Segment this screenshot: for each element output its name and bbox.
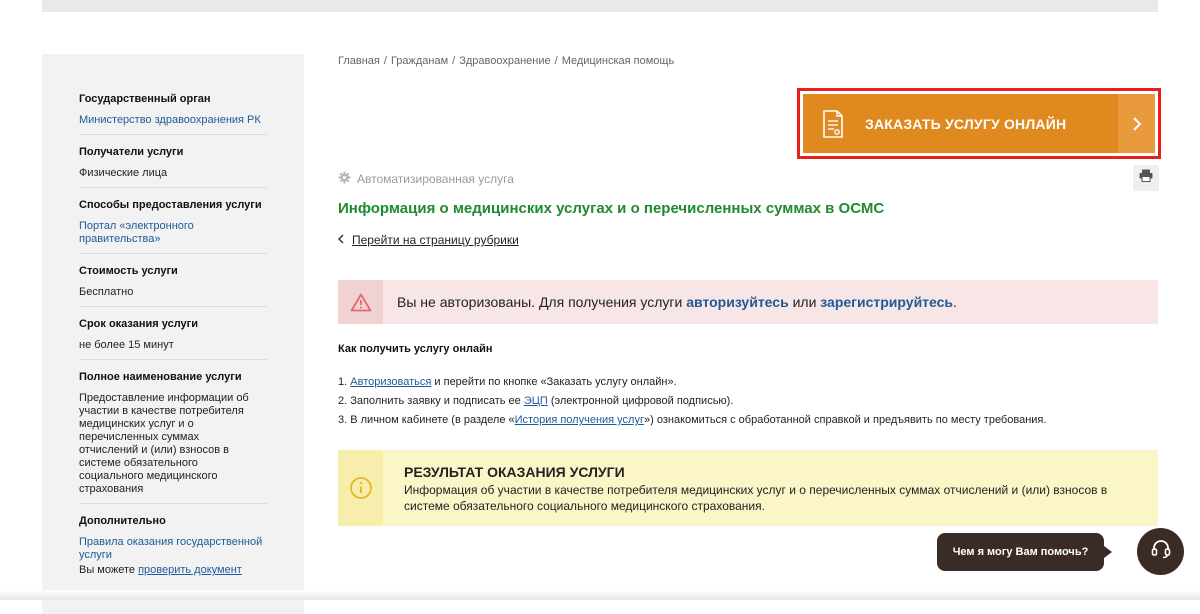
step-number: 1. (338, 376, 348, 388)
print-button[interactable] (1133, 165, 1159, 191)
printer-icon (1139, 169, 1153, 187)
sidebar-section-cost: Стоимость услуги Бесплатно (79, 264, 267, 307)
back-to-rubric-link[interactable]: Перейти на страницу рубрики (352, 233, 519, 247)
sidebar-section-additional: Дополнительно Правила оказания государст… (79, 514, 267, 584)
info-icon (338, 450, 383, 526)
support-chat-button[interactable] (1137, 528, 1184, 575)
sidebar-section-title: Стоимость услуги (79, 265, 178, 277)
back-to-rubric: Перейти на страницу рубрики (337, 233, 519, 247)
step-text: Заполнить заявку и подписать ее (350, 395, 521, 407)
egov-portal-link[interactable]: Портал «электронного правительства» (79, 220, 209, 246)
result-title: РЕЗУЛЬТАТ ОКАЗАНИЯ УСЛУГИ (404, 464, 625, 480)
breadcrumb-citizens[interactable]: Гражданам (391, 55, 448, 67)
sidebar-section-agency: Государственный орган Министерство здрав… (79, 92, 267, 135)
sidebar-section-title: Получатели услуги (79, 146, 184, 158)
chevron-right-icon (1118, 94, 1155, 153)
howto-steps-list: 1. Авторизоваться и перейти по кнопке «З… (338, 373, 1046, 430)
sidebar-section-title: Полное наименование услуги (79, 371, 242, 383)
list-item: 1. Авторизоваться и перейти по кнопке «З… (338, 373, 1046, 392)
headset-icon (1150, 538, 1172, 565)
eds-link[interactable]: ЭЦП (524, 395, 548, 407)
help-chat-bubble[interactable]: Чем я могу Вам помочь? (937, 533, 1112, 571)
auth-warning-middle: или (792, 294, 817, 310)
sidebar-section-methods: Способы предоставления услуги Портал «эл… (79, 198, 267, 254)
authorize-link[interactable]: Авторизоваться (350, 376, 431, 388)
full-name-value: Предоставление информации об участии в к… (79, 392, 249, 495)
howto-title: Как получить услугу онлайн (338, 343, 493, 355)
service-info-sidebar: Государственный орган Министерство здрав… (42, 54, 304, 614)
cost-value: Бесплатно (79, 286, 134, 298)
service-history-link[interactable]: История получения услуг (515, 414, 644, 426)
page-title: Информация о медицинских услугах и о пер… (338, 200, 885, 217)
auth-warning-suffix: . (953, 294, 957, 310)
breadcrumb-separator: / (554, 55, 558, 67)
sidebar-section-recipients: Получатели услуги Физические лица (79, 145, 267, 188)
order-service-online-button[interactable]: ЗАКАЗАТЬ УСЛУГУ ОНЛАЙН (803, 94, 1155, 153)
check-document-text: Вы можете проверить документ (79, 564, 267, 577)
service-result-box: РЕЗУЛЬТАТ ОКАЗАНИЯ УСЛУГИ Информация об … (338, 450, 1158, 526)
order-button-label: ЗАКАЗАТЬ УСЛУГУ ОНЛАЙН (865, 115, 1067, 132)
breadcrumb-home[interactable]: Главная (338, 55, 380, 67)
list-item: 3. В личном кабинете (в разделе «История… (338, 411, 1046, 430)
main-content: Главная / Гражданам / Здравоохранение / Медици… (337, 0, 1161, 600)
sidebar-section-title: Дополнительно (79, 515, 166, 527)
step-text: (электронной цифровой подписью). (550, 395, 734, 407)
step-number: 2. (338, 395, 348, 407)
auth-warning-message: Вы не авторизованы. Для получения услуги… (383, 294, 957, 310)
step-text: ») ознакомиться с обработанной справкой … (644, 414, 1047, 426)
login-link[interactable]: авторизуйтесь (686, 294, 788, 310)
list-item: 2. Заполнить заявку и подписать ее ЭЦП (… (338, 392, 1046, 411)
agency-link[interactable]: Министерство здравоохранения РК (79, 114, 267, 127)
automated-service-label: Автоматизированная услуга (338, 171, 514, 187)
step-text: В личном кабинете (в разделе « (350, 414, 515, 426)
auth-warning-alert: Вы не авторизованы. Для получения услуги… (338, 280, 1158, 324)
duration-value: не более 15 минут (79, 339, 174, 351)
breadcrumb: Главная / Гражданам / Здравоохранение / Медици… (338, 55, 674, 67)
check-document-link[interactable]: проверить документ (138, 564, 242, 576)
result-text: Информация об участии в качестве потреби… (404, 483, 1108, 513)
recipients-value: Физические лица (79, 167, 168, 179)
result-content: РЕЗУЛЬТАТ ОКАЗАНИЯ УСЛУГИ Информация об … (383, 450, 1144, 526)
gear-icon (338, 171, 351, 187)
order-button-highlight: ЗАКАЗАТЬ УСЛУГУ ОНЛАЙН (797, 88, 1161, 159)
step-text: и перейти по кнопке «Заказать услугу онл… (434, 376, 677, 388)
check-document-prefix: Вы можете (79, 564, 135, 576)
bottom-edge-shadow (0, 590, 1200, 600)
sidebar-section-title: Способы предоставления услуги (79, 199, 262, 211)
breadcrumb-current: Медицинская помощь (561, 55, 675, 67)
document-icon (803, 109, 863, 138)
breadcrumb-separator: / (452, 55, 456, 67)
breadcrumb-healthcare[interactable]: Здравоохранение (459, 55, 550, 67)
sidebar-section-title: Государственный орган (79, 93, 211, 105)
service-rules-link[interactable]: Правила оказания государственной услуги (79, 536, 269, 562)
automated-service-text: Автоматизированная услуга (357, 172, 514, 186)
warning-icon (338, 280, 383, 324)
sidebar-section-title: Срок оказания услуги (79, 318, 199, 330)
sidebar-section-full-name: Полное наименование услуги Предоставлени… (79, 370, 267, 504)
breadcrumb-separator: / (383, 55, 387, 67)
chevron-left-icon (337, 233, 344, 247)
sidebar-section-duration: Срок оказания услуги не более 15 минут (79, 317, 267, 360)
auth-warning-prefix: Вы не авторизованы. Для получения услуги (397, 294, 683, 310)
step-number: 3. (338, 414, 348, 426)
register-link[interactable]: зарегистрируйтесь (820, 294, 953, 310)
